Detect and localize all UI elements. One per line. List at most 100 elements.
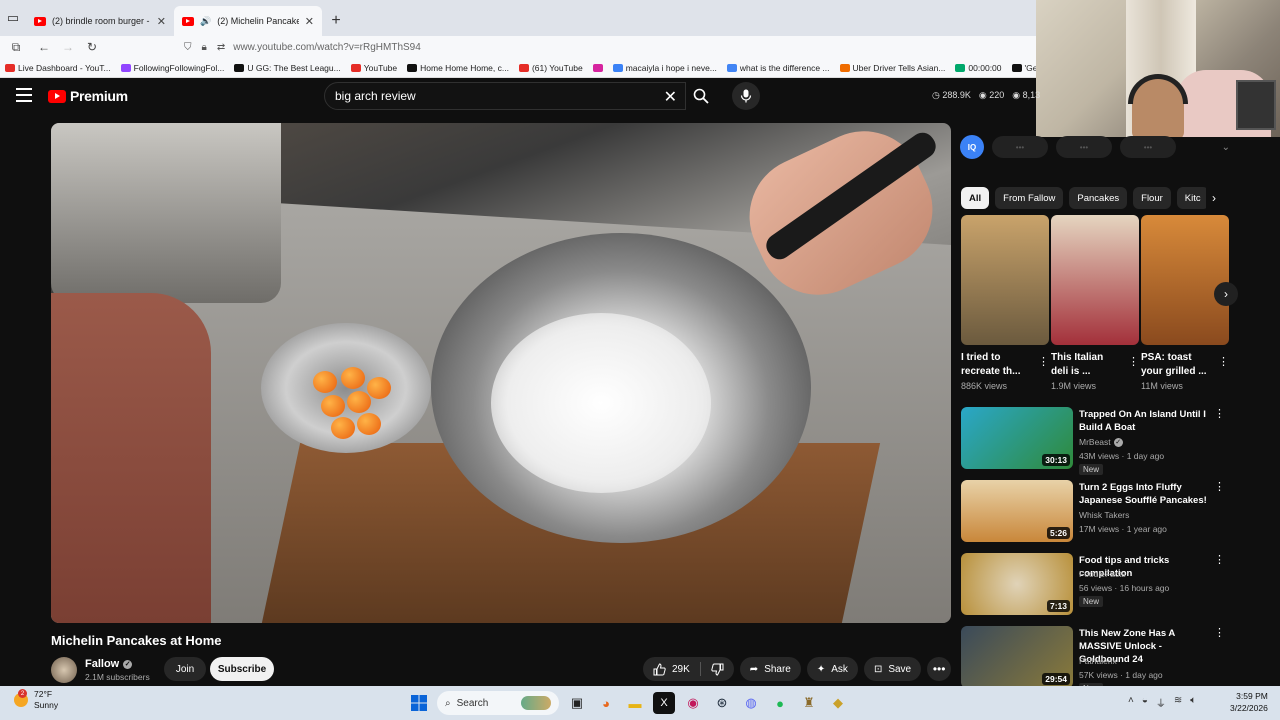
- ask-suggestion-chip[interactable]: •••: [992, 136, 1048, 158]
- short-title[interactable]: PSA: toast your grilled ...: [1141, 351, 1213, 379]
- chip-all[interactable]: All: [961, 187, 990, 209]
- new-tab-button[interactable]: +: [322, 6, 350, 36]
- video-thumbnail[interactable]: 5:26: [961, 480, 1073, 542]
- short-title[interactable]: This Italian deli is ...: [1051, 351, 1123, 379]
- tracking-shield-icon[interactable]: ⛉: [184, 42, 192, 53]
- short-item[interactable]: I tried to recreate th... 886K views ⋮: [961, 215, 1049, 391]
- back-button[interactable]: ←: [32, 40, 56, 54]
- ask-button[interactable]: ✦ Ask: [806, 657, 858, 681]
- app-icon[interactable]: ♜: [798, 692, 820, 714]
- bookmark[interactable]: Live Dashboard - YouT...: [0, 63, 116, 73]
- share-button[interactable]: ➦ Share: [739, 657, 801, 681]
- kebab-menu-icon[interactable]: ⋮: [1218, 355, 1229, 368]
- chip-pancakes[interactable]: Pancakes: [1069, 187, 1128, 209]
- voice-search-button[interactable]: [732, 82, 760, 110]
- dislike-button[interactable]: [701, 657, 734, 681]
- tab-actions-icon[interactable]: ▭: [0, 0, 26, 36]
- subscribe-button[interactable]: Subscribe: [210, 657, 274, 681]
- tab-michelin-pancakes[interactable]: 🔊 (2) Michelin Pancakes at Ho ✕: [174, 6, 322, 36]
- video-title-link[interactable]: Trapped On An Island Until I Build A Boa…: [1079, 408, 1209, 434]
- tab-close-icon[interactable]: ✕: [157, 15, 166, 28]
- youtube-premium-logo[interactable]: Premium: [48, 88, 128, 104]
- channel-name[interactable]: MrBeast ✓: [1079, 437, 1123, 447]
- chips-next-icon[interactable]: ›: [1206, 187, 1222, 209]
- bookmark[interactable]: 'Get The F--- Out Of M: [1007, 63, 1040, 73]
- channel-name-link[interactable]: Fallow ✓: [85, 658, 133, 670]
- app-icon[interactable]: ◉: [682, 692, 704, 714]
- tab-brindle-room[interactable]: (2) brindle room burger - YouTu ✕: [26, 6, 174, 36]
- forward-button[interactable]: →: [56, 40, 80, 54]
- search-input[interactable]: big arch review ✕: [324, 82, 686, 110]
- volume-icon[interactable]: 🔈︎: [1190, 695, 1196, 710]
- chevron-down-icon[interactable]: ⌄: [1222, 142, 1230, 153]
- network-icon[interactable]: ◒: [1142, 695, 1148, 710]
- file-explorer-icon[interactable]: ▬: [624, 692, 646, 714]
- ask-suggestion-chip[interactable]: •••: [1056, 136, 1112, 158]
- short-thumbnail[interactable]: [1141, 215, 1229, 345]
- windows-start-icon[interactable]: [408, 692, 430, 714]
- video-player[interactable]: [51, 123, 951, 623]
- search-button[interactable]: [684, 82, 718, 110]
- chip-from-fallow[interactable]: From Fallow: [995, 187, 1064, 209]
- list-item[interactable]: 5:26 Turn 2 Eggs Into Fluffy Japanese So…: [961, 480, 1229, 547]
- spotify-icon[interactable]: ●: [769, 692, 791, 714]
- app-icon[interactable]: ◆: [827, 692, 849, 714]
- discord-icon[interactable]: ◍: [740, 692, 762, 714]
- kebab-menu-icon[interactable]: ⋮: [1214, 553, 1225, 566]
- task-view-icon[interactable]: ▣: [566, 692, 588, 714]
- weather-widget[interactable]: 2 72°F Sunny: [14, 689, 58, 711]
- shorts-next-button[interactable]: ›: [1214, 282, 1238, 306]
- like-button[interactable]: 29K: [643, 657, 700, 681]
- kebab-menu-icon[interactable]: ⋮: [1038, 355, 1049, 368]
- list-item[interactable]: 7:13 Food tips and tricks compilation Fo…: [961, 553, 1229, 620]
- wifi-icon[interactable]: ≋: [1174, 695, 1182, 710]
- bookmark[interactable]: Home Home Home, c...: [402, 63, 514, 73]
- bookmark[interactable]: U GG: The Best Leagu...: [229, 63, 345, 73]
- chip-kitchen[interactable]: Kitc: [1176, 187, 1209, 209]
- sidebar-toggle-icon[interactable]: ⧉: [0, 40, 32, 55]
- ask-suggestion-chip[interactable]: •••: [1120, 136, 1176, 158]
- save-button[interactable]: ⊡ Save: [863, 657, 922, 681]
- video-title-link[interactable]: Turn 2 Eggs Into Fluffy Japanese Soufflé…: [1079, 481, 1209, 507]
- bookmark[interactable]: Uber Driver Tells Asian...: [835, 63, 951, 73]
- short-item[interactable]: PSA: toast your grilled ... 11M views ⋮: [1141, 215, 1229, 391]
- url-field[interactable]: www.youtube.com/watch?v=rRgHMThS94: [233, 42, 421, 53]
- system-clock[interactable]: 3:59 PM 3/22/2026: [1230, 690, 1268, 714]
- ask-ai-icon[interactable]: IQ: [960, 135, 984, 159]
- short-item[interactable]: This Italian deli is ... 1.9M views ⋮: [1051, 215, 1139, 391]
- bookmark[interactable]: [588, 63, 608, 72]
- channel-avatar[interactable]: [51, 657, 77, 683]
- chip-flour[interactable]: Flour: [1133, 187, 1171, 209]
- kebab-menu-icon[interactable]: ⋮: [1214, 407, 1225, 420]
- video-thumbnail[interactable]: 29:54: [961, 626, 1073, 688]
- kebab-menu-icon[interactable]: ⋮: [1214, 480, 1225, 493]
- join-button[interactable]: Join: [164, 657, 206, 681]
- bookmark[interactable]: macaiyla i hope i neve...: [608, 63, 722, 73]
- bookmark[interactable]: YouTube: [346, 63, 402, 73]
- video-thumbnail[interactable]: 30:13: [961, 407, 1073, 469]
- x-app-icon[interactable]: X: [653, 692, 675, 714]
- firefox-icon[interactable]: ◕: [595, 692, 617, 714]
- more-actions-button[interactable]: •••: [927, 657, 952, 681]
- kebab-menu-icon[interactable]: ⋮: [1214, 626, 1225, 639]
- bookmark[interactable]: (61) YouTube: [514, 63, 588, 73]
- channel-name[interactable]: FoodieFacts: [1079, 569, 1126, 579]
- video-thumbnail[interactable]: 7:13: [961, 553, 1073, 615]
- bookmark[interactable]: what is the difference ...: [722, 63, 835, 73]
- microphone-icon[interactable]: ⏚: [1156, 695, 1166, 710]
- clear-search-icon[interactable]: ✕: [664, 87, 677, 107]
- channel-name[interactable]: Whisk Takers: [1079, 510, 1129, 520]
- short-title[interactable]: I tried to recreate th...: [961, 351, 1033, 379]
- taskbar-search[interactable]: ⌕ Search: [437, 691, 559, 715]
- bookmark[interactable]: 00:00:00: [950, 63, 1006, 73]
- short-thumbnail[interactable]: [961, 215, 1049, 345]
- short-thumbnail[interactable]: [1051, 215, 1139, 345]
- tab-close-icon[interactable]: ✕: [305, 15, 314, 28]
- channel-name[interactable]: Pathalerix: [1079, 656, 1117, 666]
- permissions-icon[interactable]: ⇄: [217, 42, 225, 53]
- bookmark[interactable]: FollowingFollowingFol...: [116, 63, 230, 73]
- list-item[interactable]: 29:54 This New Zone Has A MASSIVE Unlock…: [961, 626, 1229, 694]
- menu-icon[interactable]: [16, 88, 32, 102]
- steam-icon[interactable]: ⊛: [711, 692, 733, 714]
- chevron-up-icon[interactable]: ˄: [1128, 695, 1134, 710]
